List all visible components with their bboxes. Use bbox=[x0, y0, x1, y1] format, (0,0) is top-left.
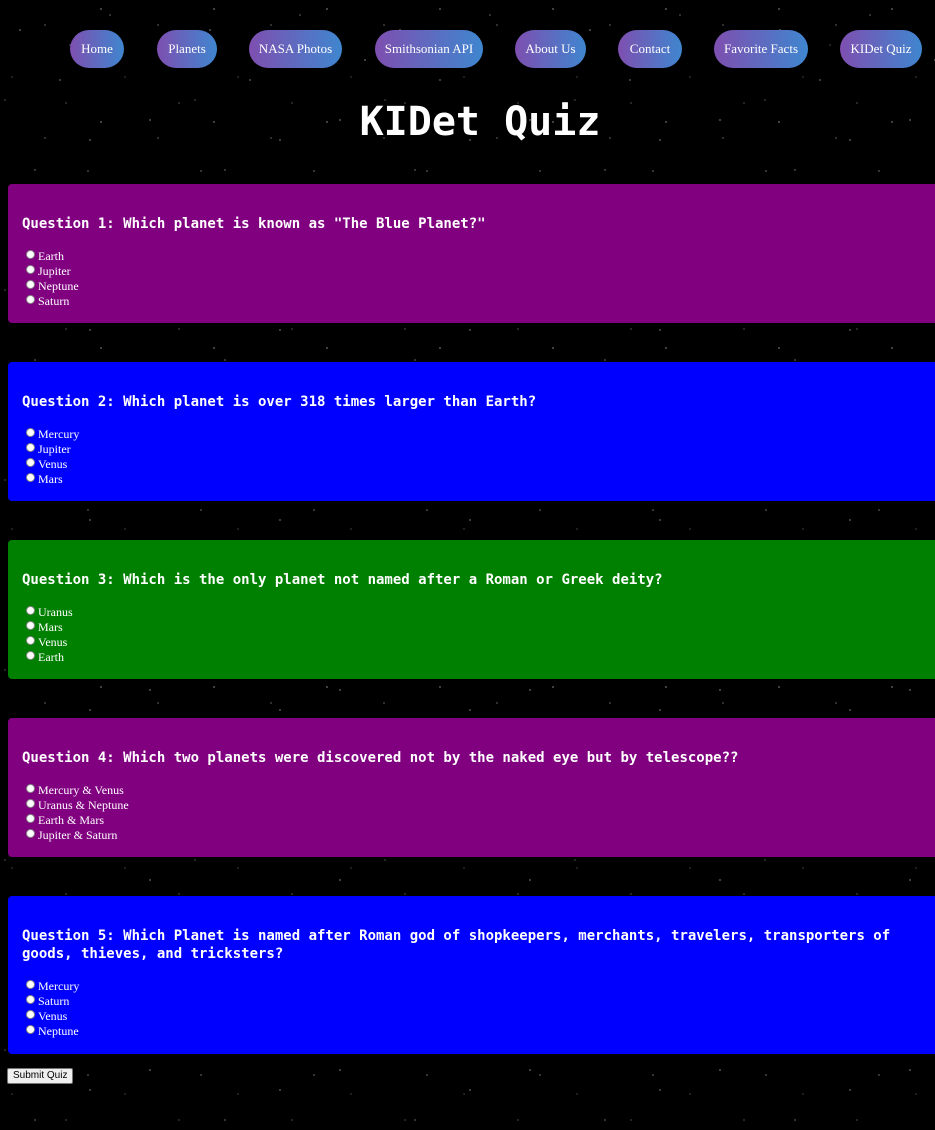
question-card-5: Question 5: Which Planet is named after … bbox=[8, 896, 935, 1054]
answer-option[interactable]: Earth bbox=[26, 650, 73, 665]
option-label: Uranus & Neptune bbox=[38, 798, 129, 812]
question-card-4: Question 4: Which two planets were disco… bbox=[8, 718, 935, 857]
option-label: Jupiter bbox=[38, 442, 71, 456]
radio-button[interactable] bbox=[26, 473, 35, 482]
radio-button[interactable] bbox=[26, 250, 35, 259]
radio-button[interactable] bbox=[26, 443, 35, 452]
answer-option[interactable]: Jupiter & Saturn bbox=[26, 828, 129, 843]
answer-option[interactable]: Jupiter bbox=[26, 442, 79, 457]
answer-options: Mercury Jupiter Venus Mars bbox=[26, 427, 79, 487]
answer-option[interactable]: Saturn bbox=[26, 994, 79, 1009]
answer-option[interactable]: Jupiter bbox=[26, 264, 79, 279]
answer-options: Mercury Saturn Venus Neptune bbox=[26, 979, 79, 1039]
radio-button[interactable] bbox=[26, 814, 35, 823]
answer-option[interactable]: Earth & Mars bbox=[26, 813, 129, 828]
option-label: Neptune bbox=[38, 279, 79, 293]
radio-button[interactable] bbox=[26, 651, 35, 660]
answer-option[interactable]: Uranus bbox=[26, 605, 73, 620]
answer-option[interactable]: Venus bbox=[26, 1009, 79, 1024]
question-card-2: Question 2: Which planet is over 318 tim… bbox=[8, 362, 935, 501]
answer-options: Mercury & Venus Uranus & Neptune Earth &… bbox=[26, 783, 129, 843]
answer-option[interactable]: Saturn bbox=[26, 294, 79, 309]
option-label: Venus bbox=[38, 1009, 68, 1023]
answer-options: Uranus Mars Venus Earth bbox=[26, 605, 73, 665]
question-text: Question 2: Which planet is over 318 tim… bbox=[22, 394, 537, 410]
nav-smithsonian-api-button[interactable]: Smithsonian API bbox=[375, 30, 483, 68]
option-label: Neptune bbox=[38, 1024, 79, 1038]
radio-button[interactable] bbox=[26, 1010, 35, 1019]
question-card-3: Question 3: Which is the only planet not… bbox=[8, 540, 935, 679]
option-label: Mars bbox=[38, 620, 63, 634]
submit-quiz-button[interactable]: Submit Quiz bbox=[7, 1068, 74, 1084]
answer-option[interactable]: Venus bbox=[26, 635, 73, 650]
option-label: Jupiter & Saturn bbox=[38, 828, 118, 842]
radio-button[interactable] bbox=[26, 295, 35, 304]
radio-button[interactable] bbox=[26, 1025, 35, 1034]
radio-button[interactable] bbox=[26, 995, 35, 1004]
radio-button[interactable] bbox=[26, 280, 35, 289]
radio-button[interactable] bbox=[26, 428, 35, 437]
option-label: Venus bbox=[38, 635, 68, 649]
option-label: Mercury & Venus bbox=[38, 783, 124, 797]
radio-button[interactable] bbox=[26, 621, 35, 630]
answer-options: Earth Jupiter Neptune Saturn bbox=[26, 249, 79, 309]
nav-about-us-button[interactable]: About Us bbox=[515, 30, 586, 68]
question-card-1: Question 1: Which planet is known as "Th… bbox=[8, 184, 935, 323]
nav-planets-button[interactable]: Planets bbox=[157, 30, 217, 68]
radio-button[interactable] bbox=[26, 458, 35, 467]
answer-option[interactable]: Mars bbox=[26, 472, 79, 487]
answer-option[interactable]: Mercury bbox=[26, 979, 79, 994]
nav-contact-button[interactable]: Contact bbox=[618, 30, 682, 68]
question-text: Question 4: Which two planets were disco… bbox=[22, 750, 739, 766]
answer-option[interactable]: Mars bbox=[26, 620, 73, 635]
nav-kidet-quiz-button[interactable]: KIDet Quiz bbox=[840, 30, 922, 68]
question-text: Question 3: Which is the only planet not… bbox=[22, 572, 663, 588]
nav-nasa-photos-button[interactable]: NASA Photos bbox=[249, 30, 342, 68]
nav-favorite-facts-button[interactable]: Favorite Facts bbox=[714, 30, 808, 68]
nav-home-button[interactable]: Home bbox=[70, 30, 124, 68]
answer-option[interactable]: Neptune bbox=[26, 279, 79, 294]
option-label: Saturn bbox=[38, 294, 70, 308]
radio-button[interactable] bbox=[26, 799, 35, 808]
option-label: Earth bbox=[38, 650, 64, 664]
option-label: Earth & Mars bbox=[38, 813, 104, 827]
option-label: Earth bbox=[38, 249, 64, 263]
option-label: Saturn bbox=[38, 994, 70, 1008]
answer-option[interactable]: Neptune bbox=[26, 1024, 79, 1039]
option-label: Mars bbox=[38, 472, 63, 486]
answer-option[interactable]: Venus bbox=[26, 457, 79, 472]
answer-option[interactable]: Uranus & Neptune bbox=[26, 798, 129, 813]
option-label: Venus bbox=[38, 457, 68, 471]
option-label: Mercury bbox=[38, 427, 80, 441]
radio-button[interactable] bbox=[26, 606, 35, 615]
radio-button[interactable] bbox=[26, 829, 35, 838]
page-title: KIDet Quiz bbox=[359, 99, 601, 145]
answer-option[interactable]: Mercury & Venus bbox=[26, 783, 129, 798]
top-navigation: Home Planets NASA Photos Smithsonian API… bbox=[0, 30, 935, 68]
option-label: Mercury bbox=[38, 979, 80, 993]
radio-button[interactable] bbox=[26, 980, 35, 989]
question-text: Question 1: Which planet is known as "Th… bbox=[22, 216, 486, 232]
question-text: Question 5: Which Planet is named after … bbox=[22, 928, 891, 962]
option-label: Uranus bbox=[38, 605, 73, 619]
answer-option[interactable]: Earth bbox=[26, 249, 79, 264]
radio-button[interactable] bbox=[26, 784, 35, 793]
option-label: Jupiter bbox=[38, 264, 71, 278]
answer-option[interactable]: Mercury bbox=[26, 427, 79, 442]
radio-button[interactable] bbox=[26, 636, 35, 645]
radio-button[interactable] bbox=[26, 265, 35, 274]
